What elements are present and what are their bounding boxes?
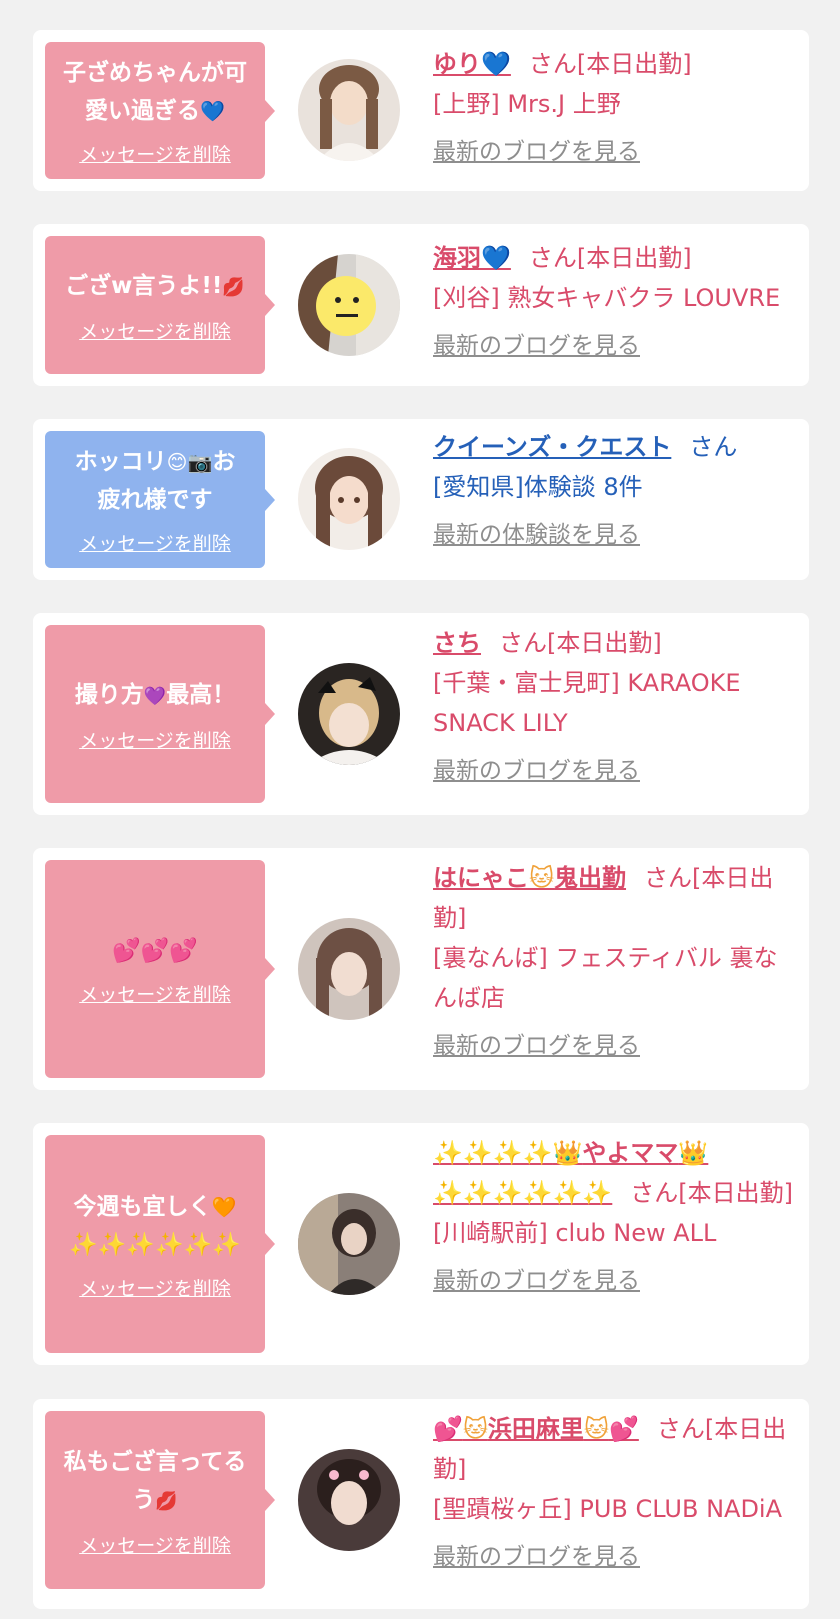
kiss-lips-icon: 💋 — [155, 1490, 178, 1512]
smile-icon: 😊 — [166, 450, 188, 474]
heart-icon: 💕 — [433, 1415, 463, 1443]
status-label: [本日出勤] — [576, 50, 692, 78]
delete-message-link[interactable]: メッセージを削除 — [79, 140, 231, 167]
latest-blog-link[interactable]: 最新のブログを見る — [433, 132, 640, 172]
avatar[interactable] — [298, 918, 400, 1020]
message-card: ホッコリ😊📷お 疲れ様です メッセージを削除 クイーンズ・クエスト さん [愛知県… — [33, 419, 809, 580]
message-bubble: 💕💕💕 メッセージを削除 — [45, 860, 275, 1078]
cast-name-link[interactable]: クイーンズ・クエスト — [433, 433, 671, 461]
cast-name-link[interactable]: はにゃこ🐱鬼出勤 — [433, 864, 626, 892]
bubble-message: 子ざめちゃんが可 愛い過ぎる💙 — [63, 60, 247, 124]
heart-icon: 💜 — [143, 685, 167, 707]
shop-name: [裏なんば] フェスティバル 裏なんば店 — [433, 944, 778, 1012]
delete-message-link[interactable]: メッセージを削除 — [79, 980, 231, 1007]
shop-name: [川崎駅前] club New ALL — [433, 1219, 717, 1247]
message-card: 私もござ言ってる う💋 メッセージを削除 💕🐱浜田麻里🐱💕 さん[本日出勤] [聖… — [33, 1399, 809, 1609]
delete-message-link[interactable]: メッセージを削除 — [79, 317, 231, 344]
cast-info: 💕🐱浜田麻里🐱💕 さん[本日出勤] [聖蹟桜ヶ丘] PUB CLUB NADiA … — [433, 1409, 799, 1577]
latest-blog-link[interactable]: 最新のブログを見る — [433, 1026, 640, 1066]
cast-info: ✨✨✨✨👑やよママ👑✨✨✨✨✨✨ さん[本日出勤] [川崎駅前] club New… — [433, 1133, 799, 1301]
cast-info: はにゃこ🐱鬼出勤 さん[本日出勤] [裏なんば] フェスティバル 裏なんば店 最新… — [433, 858, 799, 1066]
latest-blog-link[interactable]: 最新のブログを見る — [433, 1261, 640, 1301]
latest-blog-link[interactable]: 最新のブログを見る — [433, 326, 640, 366]
honorific: さん — [630, 1179, 679, 1207]
avatar[interactable] — [298, 1193, 400, 1295]
status-label: [本日出勤] — [678, 1179, 794, 1207]
cast-info: クイーンズ・クエスト さん [愛知県]体験談 8件 最新の体験談を見る — [433, 427, 799, 555]
hearts-icon: 💕💕💕 — [112, 937, 198, 964]
bubble-message: 撮り方💜最高！ — [74, 681, 236, 708]
blue-heart-icon: 💙 — [481, 244, 511, 272]
avatar[interactable] — [298, 59, 400, 161]
sparkles-icon: ✨✨✨✨ — [433, 1139, 553, 1167]
bubble-message: 今週も宜しく🧡 ✨✨✨✨✨✨ — [69, 1193, 241, 1258]
kiss-lips-icon: 💋 — [222, 276, 245, 298]
status-label: [本日出勤] — [576, 244, 692, 272]
honorific: さん — [528, 50, 577, 78]
cast-name-link[interactable]: さち — [433, 629, 481, 657]
delete-message-link[interactable]: メッセージを削除 — [79, 529, 231, 556]
avatar[interactable] — [298, 448, 400, 550]
crown-icon: 👑 — [552, 1139, 583, 1167]
status-label: [本日出勤] — [547, 629, 662, 657]
cast-info: 海羽💙 さん[本日出勤] [刈谷] 熟女キャバクラ LOUVRE 最新のブログを見… — [433, 238, 799, 366]
honorific: さん — [656, 1415, 705, 1443]
camera-icon: 📷 — [187, 450, 213, 474]
heart-icon: 💕 — [608, 1415, 639, 1443]
bubble-message: ホッコリ😊📷お 疲れ様です — [74, 449, 236, 513]
cat-icon: 🐱 — [462, 1415, 488, 1443]
message-bubble: 今週も宜しく🧡 ✨✨✨✨✨✨ メッセージを削除 — [45, 1135, 275, 1353]
cast-info: ゆり💙 さん[本日出勤] [上野] Mrs.J 上野 最新のブログを見る — [433, 44, 799, 172]
message-bubble: 子ざめちゃんが可 愛い過ぎる💙 メッセージを削除 — [45, 42, 275, 179]
cat-icon: 🐱 — [529, 864, 555, 892]
cat-icon: 🐱 — [583, 1415, 609, 1443]
message-bubble: ホッコリ😊📷お 疲れ様です メッセージを削除 — [45, 431, 275, 568]
latest-blog-link[interactable]: 最新のブログを見る — [433, 751, 640, 791]
bubble-message: 💕💕💕 — [112, 932, 198, 970]
message-card: 撮り方💜最高！ メッセージを削除 さち さん[本日出勤] [千葉・富士見町] KA… — [33, 613, 809, 815]
sparkles-icon: ✨✨✨✨✨✨ — [69, 1231, 241, 1258]
shop-name: [聖蹟桜ヶ丘] PUB CLUB NADiA — [433, 1495, 783, 1523]
avatar[interactable] — [298, 1449, 400, 1551]
cast-info: さち さん[本日出勤] [千葉・富士見町] KARAOKE SNACK LILY … — [433, 623, 799, 791]
honorific: さん — [644, 864, 693, 892]
cast-name-link[interactable]: 💕🐱浜田麻里🐱💕 — [433, 1415, 639, 1443]
bubble-message: 私もござ言ってる う💋 — [63, 1448, 247, 1513]
honorific: さん — [528, 244, 577, 272]
message-bubble: 撮り方💜最高！ メッセージを削除 — [45, 625, 275, 803]
message-card: 子ざめちゃんが可 愛い過ぎる💙 メッセージを削除 ゆり💙 さん[本日出勤] [上野… — [33, 30, 809, 191]
shop-name: [上野] Mrs.J 上野 — [433, 90, 621, 118]
orange-heart-icon: 🧡 — [211, 1194, 237, 1219]
avatar[interactable] — [298, 254, 400, 356]
message-bubble: ござw言うよ!!💋 メッセージを削除 — [45, 236, 275, 374]
delete-message-link[interactable]: メッセージを削除 — [79, 726, 231, 753]
shop-name: [刈谷] 熟女キャバクラ LOUVRE — [433, 284, 781, 312]
latest-review-link[interactable]: 最新の体験談を見る — [433, 515, 640, 555]
cast-name-link[interactable]: 海羽💙 — [433, 244, 511, 272]
delete-message-link[interactable]: メッセージを削除 — [79, 1531, 231, 1558]
sparkles-icon: ✨✨✨✨✨✨ — [433, 1179, 613, 1207]
blue-heart-icon: 💙 — [481, 50, 511, 78]
blue-heart-icon: 💙 — [200, 99, 225, 123]
shop-name: [愛知県]体験談 8件 — [433, 473, 643, 501]
shop-name: [千葉・富士見町] KARAOKE SNACK LILY — [433, 669, 741, 737]
latest-blog-link[interactable]: 最新のブログを見る — [433, 1537, 640, 1577]
message-list: 子ざめちゃんが可 愛い過ぎる💙 メッセージを削除 ゆり💙 さん[本日出勤] [上野… — [0, 0, 840, 1619]
cast-name-link[interactable]: ゆり💙 — [433, 50, 511, 78]
message-card: 今週も宜しく🧡 ✨✨✨✨✨✨ メッセージを削除 ✨✨✨✨👑やよママ👑✨✨✨✨✨✨… — [33, 1123, 809, 1365]
message-card: 💕💕💕 メッセージを削除 はにゃこ🐱鬼出勤 さん[本日出勤] [裏なんば] フェス… — [33, 848, 809, 1090]
delete-message-link[interactable]: メッセージを削除 — [79, 1274, 231, 1301]
message-card: ござw言うよ!!💋 メッセージを削除 海羽💙 さん[本日出勤] [刈谷] 熟女キャ… — [33, 224, 809, 386]
avatar[interactable] — [298, 663, 400, 765]
message-bubble: 私もござ言ってる う💋 メッセージを削除 — [45, 1411, 275, 1589]
bubble-message: ござw言うよ!!💋 — [65, 272, 245, 299]
honorific: さん — [689, 433, 738, 461]
crown-icon: 👑 — [678, 1139, 709, 1167]
honorific: さん — [499, 629, 547, 657]
